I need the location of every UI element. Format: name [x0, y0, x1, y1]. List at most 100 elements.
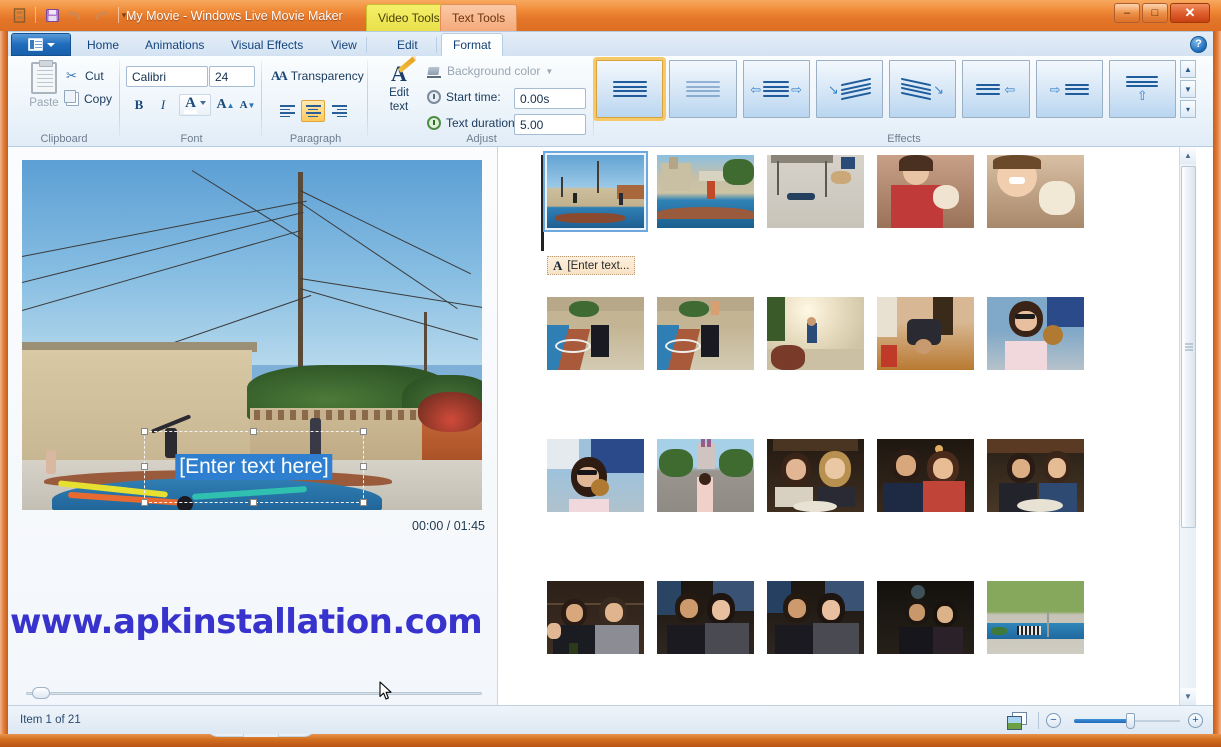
gallery-scroll-up-button[interactable]: ▲	[1180, 60, 1196, 78]
clip-couple-bar-3[interactable]	[877, 581, 974, 654]
view-toggle-icon[interactable]	[1007, 712, 1027, 730]
zoom-slider-thumb[interactable]	[1126, 713, 1135, 729]
resize-handle-n[interactable]	[250, 428, 257, 435]
arrow-diagonal-icon: ↘	[827, 81, 839, 97]
align-left-button[interactable]	[275, 100, 299, 122]
gallery-scroll-down-button[interactable]: ▼	[1180, 80, 1196, 98]
maximize-button[interactable]: □	[1142, 3, 1168, 23]
tab-format[interactable]: Format	[441, 33, 504, 57]
resize-handle-s[interactable]	[250, 499, 257, 506]
close-button[interactable]: ✕	[1170, 3, 1210, 23]
font-group-label: Font	[180, 133, 203, 145]
window-frame-right	[1213, 0, 1221, 747]
app-window: ▾ My Movie - Windows Live Movie Maker Vi…	[0, 0, 1221, 747]
storyboard-pane[interactable]: A [Enter text... ▲ ▼	[499, 147, 1196, 705]
clip-dog-patio[interactable]	[767, 155, 864, 228]
tab-visual-effects[interactable]: Visual Effects	[220, 33, 314, 57]
effect-zoom-in-diagonal[interactable]: ↘	[815, 60, 883, 118]
clip-two-women-dine[interactable]	[767, 439, 864, 512]
italic-button[interactable]: I	[152, 94, 174, 116]
text-duration-input[interactable]: 5.00	[514, 114, 586, 135]
copy-button[interactable]: Copy	[64, 89, 112, 109]
seek-bar-track[interactable]	[26, 692, 482, 695]
paint-bucket-icon	[427, 64, 442, 78]
resize-handle-sw[interactable]	[141, 499, 148, 506]
clip-woman-eating[interactable]	[547, 439, 644, 512]
storyboard-scrollbar[interactable]: ▲ ▼	[1179, 147, 1196, 705]
clip-poolside-sit-2[interactable]	[657, 297, 754, 370]
grow-font-button[interactable]: A ▲	[215, 94, 236, 116]
font-family-combo[interactable]: Calibri	[126, 66, 208, 87]
transparency-button[interactable]: AA Transparency	[271, 68, 364, 84]
clip-woman-dog-2[interactable]	[987, 155, 1084, 228]
arrow-diagonal-icon: ↘	[933, 81, 945, 97]
effect-fly-in-left[interactable]: ⇦	[962, 60, 1030, 118]
effect-no-effect[interactable]	[592, 57, 667, 121]
font-size-combo[interactable]: 24	[209, 66, 255, 87]
effect-fade[interactable]	[669, 60, 737, 118]
clip-pool-sign[interactable]	[987, 581, 1084, 654]
save-icon[interactable]	[41, 4, 63, 26]
zoom-slider-track-empty[interactable]	[1128, 720, 1180, 722]
contextual-tab-text-tools[interactable]: Text Tools	[440, 4, 518, 31]
zoom-out-button[interactable]: −	[1046, 713, 1061, 728]
tab-home[interactable]: Home	[76, 33, 130, 57]
effect-fly-in-out[interactable]: ⇦ ⇨	[742, 60, 810, 118]
background-color-button[interactable]: Background color ▼	[427, 64, 553, 78]
resize-handle-e[interactable]	[360, 463, 367, 470]
zoom-slider-track-filled[interactable]	[1074, 719, 1128, 723]
effect-scroll-up[interactable]: ⇧	[1108, 60, 1176, 118]
effect-zoom-out-diagonal[interactable]: ↘	[889, 60, 957, 118]
clip-pool-house[interactable]	[657, 155, 754, 228]
shrink-font-button[interactable]: A ▼	[237, 94, 258, 116]
resize-handle-w[interactable]	[141, 463, 148, 470]
text-overlay-selection-box[interactable]: [Enter text here]	[141, 428, 367, 506]
scroll-up-button[interactable]: ▲	[1180, 147, 1196, 164]
text-clip-caption[interactable]: A [Enter text...	[547, 256, 636, 275]
text-duration-label-row: Text duration:	[427, 116, 518, 130]
contextual-tab-video-tools[interactable]: Video Tools	[366, 4, 452, 31]
clip-couple-bar-2[interactable]	[767, 581, 864, 654]
clip-couple-bar-1[interactable]	[657, 581, 754, 654]
clip-woman-pretzel[interactable]	[987, 297, 1084, 370]
tab-edit[interactable]: Edit	[386, 33, 429, 57]
clip-couple-dine-2[interactable]	[987, 439, 1084, 512]
font-color-button[interactable]: A	[179, 94, 211, 116]
start-time-input[interactable]: 0.00s	[514, 88, 586, 109]
cut-button[interactable]: ✂ Cut	[66, 66, 104, 86]
effect-fly-in-right[interactable]: ⇨	[1035, 60, 1103, 118]
clip-couple-dine-1[interactable]	[877, 439, 974, 512]
gallery-more-button[interactable]: ▾	[1180, 100, 1196, 118]
minimize-button[interactable]: –	[1114, 3, 1140, 23]
resize-handle-se[interactable]	[360, 499, 367, 506]
redo-icon[interactable]	[89, 4, 111, 26]
paste-button[interactable]: Paste	[20, 60, 68, 124]
undo-icon[interactable]	[65, 4, 87, 26]
clip-sunflare-yard[interactable]	[767, 297, 864, 370]
zoom-in-button[interactable]: +	[1188, 713, 1203, 728]
clip-living-room[interactable]	[877, 297, 974, 370]
clip-backyard-jump[interactable]	[543, 151, 648, 232]
application-menu-button[interactable]	[11, 33, 71, 56]
seek-bar-thumb[interactable]	[32, 687, 50, 699]
clip-poolside-sit-1[interactable]	[547, 297, 644, 370]
bold-button[interactable]: B	[128, 94, 150, 116]
help-icon[interactable]: ?	[1190, 36, 1207, 53]
align-center-button[interactable]	[301, 100, 325, 122]
resize-handle-ne[interactable]	[360, 428, 367, 435]
scrollbar-thumb[interactable]	[1181, 166, 1196, 528]
clip-two-men-bar[interactable]	[547, 581, 644, 654]
text-overlay-content[interactable]: [Enter text here]	[175, 454, 333, 480]
align-right-button[interactable]	[327, 100, 351, 122]
ribbon-group-clipboard: Paste ✂ Cut Copy Clipboard	[8, 56, 120, 147]
video-preview[interactable]: [Enter text here]	[22, 160, 482, 510]
clip-woman-dog-1[interactable]	[877, 155, 974, 228]
resize-handle-nw[interactable]	[141, 428, 148, 435]
group-divider	[593, 60, 594, 136]
tab-view[interactable]: View	[320, 33, 368, 57]
time-readout: 00:00 / 01:45	[412, 519, 485, 533]
tab-animations[interactable]: Animations	[134, 33, 215, 57]
clip-disneyland[interactable]	[657, 439, 754, 512]
scroll-down-button[interactable]: ▼	[1180, 688, 1196, 705]
edit-text-button[interactable]: A Edit text	[377, 56, 421, 126]
